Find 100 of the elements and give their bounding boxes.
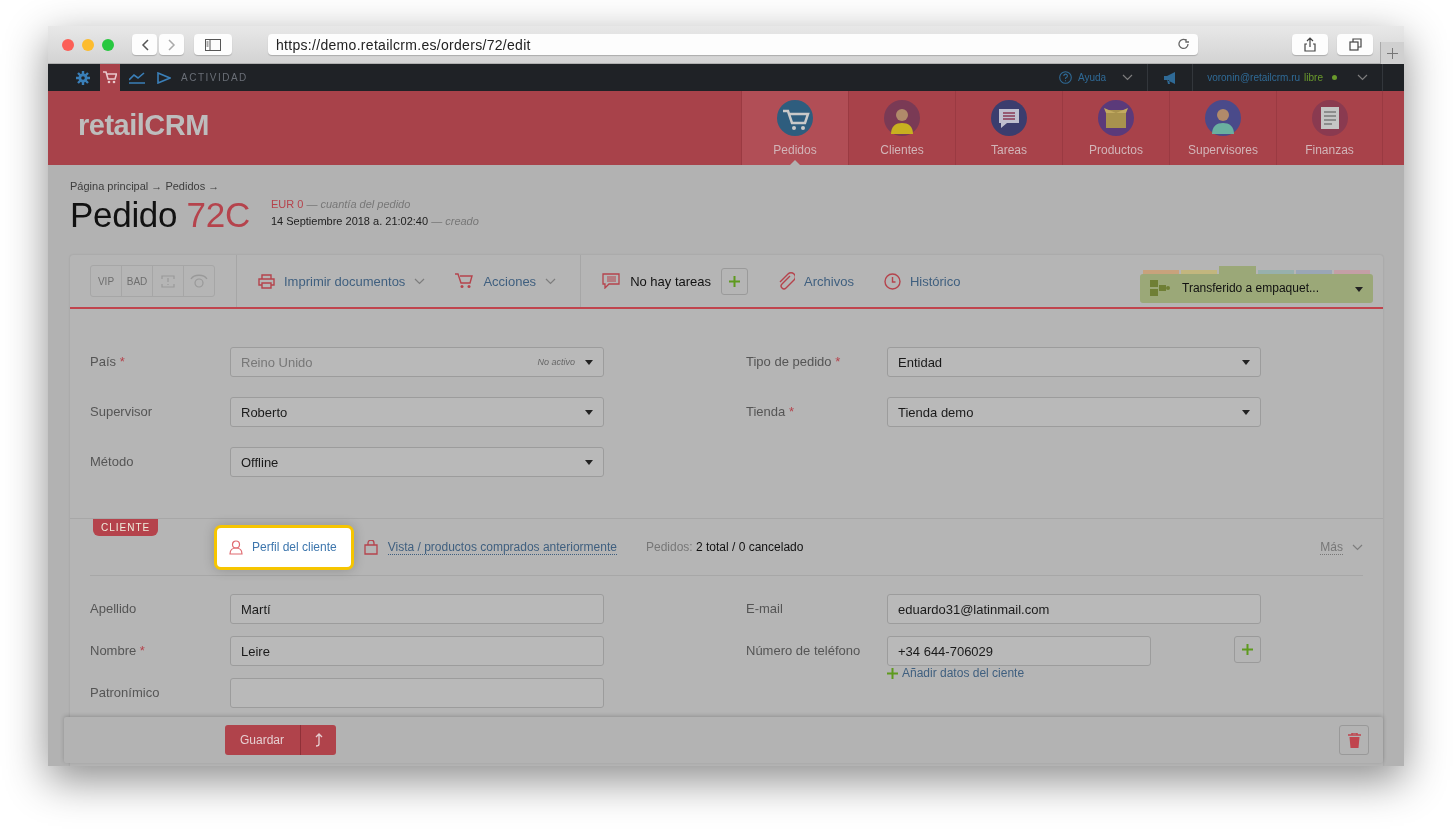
more-toggle[interactable]: Más: [1320, 539, 1363, 555]
forward-button[interactable]: [159, 34, 184, 55]
tag-toggle[interactable]: VIP: [91, 266, 121, 296]
phone-icon: [190, 274, 208, 288]
select-field[interactable]: Roberto: [230, 397, 604, 427]
new-tab-button[interactable]: [1380, 42, 1404, 64]
field-label: E-mail: [746, 600, 784, 616]
nav-tab[interactable]: Finanzas: [1276, 91, 1383, 165]
plus-icon: [1387, 47, 1398, 59]
select-field[interactable]: Entidad: [887, 347, 1261, 377]
add-phone-button[interactable]: [1234, 636, 1261, 663]
status-segment[interactable]: [1219, 265, 1256, 274]
user-email[interactable]: voronin@retailcrm.ru: [1207, 72, 1301, 83]
activity-label[interactable]: ACTIVIDAD: [181, 72, 248, 83]
chevron-down-icon: [1357, 74, 1368, 81]
toolbar-link[interactable]: Histórico: [883, 272, 961, 290]
shopping-bag-icon: [363, 539, 378, 555]
box-avatar-icon: [1098, 100, 1134, 136]
paperclip-icon: [778, 272, 796, 290]
field-label: Tipo de pedido *: [746, 353, 842, 369]
delete-button[interactable]: [1339, 725, 1369, 755]
play-icon[interactable]: [157, 71, 171, 84]
share-button[interactable]: [1292, 34, 1328, 55]
page-title: Pedido 72C: [70, 195, 250, 235]
chevron-left-icon: [140, 38, 149, 51]
nav-tab[interactable]: Supervisores: [1169, 91, 1276, 165]
chevron-down-icon: [545, 277, 557, 285]
tag-toggle[interactable]: BAD: [121, 266, 152, 296]
caret-icon: [1355, 287, 1363, 292]
trash-icon: [1347, 732, 1361, 748]
select-field[interactable]: Tienda demo: [887, 397, 1261, 427]
boxes-icon: [1150, 280, 1170, 296]
toolbar-link[interactable]: Archivos: [778, 272, 854, 290]
orders-summary: Pedidos: 2 total / 0 cancelado: [645, 540, 804, 554]
profile-link[interactable]: Perfil del cliente: [214, 524, 354, 570]
dropdown-menu[interactable]: Imprimir documentos: [258, 273, 426, 289]
nav-tab[interactable]: Tareas: [955, 91, 1062, 165]
nav-tab[interactable]: Productos: [1062, 91, 1169, 165]
caret-icon: [585, 459, 593, 465]
chat-list-icon: [602, 273, 621, 289]
section-tag: CLIENTE: [93, 519, 159, 536]
plus-icon: [887, 667, 898, 679]
field-label: País *: [90, 353, 126, 369]
order-date: 14 Septiembre 2018 a. 21:02:40 — creado: [270, 214, 479, 229]
sidebar-button[interactable]: [194, 34, 232, 55]
printer-icon: [258, 273, 275, 289]
help-menu[interactable]: Ayuda: [1077, 72, 1107, 83]
nav-tab[interactable]: Pedidos: [741, 91, 848, 165]
app-logo[interactable]: retailCRM: [78, 109, 209, 145]
field-label: Tienda *: [746, 403, 795, 419]
field-label: Patronímico: [90, 684, 161, 700]
input-field[interactable]: eduardo31@latinmail.com: [887, 594, 1261, 624]
close-window-button[interactable]: [62, 38, 74, 51]
caret-icon: [1242, 359, 1250, 365]
chart-icon[interactable]: [129, 71, 145, 84]
input-field[interactable]: [230, 678, 604, 708]
cart-icon: [455, 273, 475, 289]
chevron-down-icon: [1352, 543, 1363, 551]
input-field[interactable]: Leire: [230, 636, 604, 666]
input-field[interactable]: +34 644-706029: [887, 636, 1151, 666]
tabs-icon: [1348, 38, 1362, 51]
order-amount: EUR 0 — cuantía del pedido: [270, 197, 412, 212]
arrow-up-icon: [314, 733, 323, 747]
add-data-link[interactable]: Añadir datos del ciente: [887, 666, 1261, 680]
reload-icon[interactable]: [1178, 38, 1190, 51]
field-label: Número de teléfono: [746, 642, 862, 658]
purchase-history-link[interactable]: Vista / productos comprados anteriormente: [387, 539, 617, 555]
finance-avatar-icon: [1311, 100, 1348, 136]
plus-icon: [1242, 644, 1253, 655]
nav-tab[interactable]: Clientes: [848, 91, 955, 165]
minimize-window-button[interactable]: [82, 38, 94, 51]
status-dropdown[interactable]: Transferido a empaquet...: [1140, 273, 1373, 303]
status-segment[interactable]: [1295, 269, 1332, 274]
plus-icon: [729, 275, 741, 287]
caret-icon: [585, 359, 593, 365]
address-field[interactable]: https://demo.retailcrm.es/orders/72/edit: [268, 34, 1198, 55]
settings-icon[interactable]: [76, 70, 90, 85]
tasks-avatar-icon: [991, 100, 1027, 136]
dropdown-menu[interactable]: Acciones: [455, 273, 557, 289]
breadcrumb[interactable]: Página principal → Pedidos →: [70, 180, 1383, 192]
chevron-right-icon: [167, 38, 176, 51]
zoom-window-button[interactable]: [102, 38, 114, 51]
back-button[interactable]: [132, 34, 157, 55]
cart-icon[interactable]: [103, 71, 117, 84]
input-field[interactable]: Martí: [230, 594, 604, 624]
select-field[interactable]: Offline: [230, 447, 604, 477]
field-label: Supervisor: [90, 403, 154, 419]
field-label: Método: [90, 453, 135, 469]
chevron-down-icon: [414, 277, 426, 285]
megaphone-icon[interactable]: [1163, 71, 1178, 84]
tasks-label: No hay tareas: [630, 273, 712, 289]
chevron-down-icon: [1122, 74, 1134, 81]
share-icon: [1304, 37, 1316, 52]
help-icon[interactable]: [1058, 71, 1072, 84]
caret-icon: [585, 409, 593, 415]
add-task-button[interactable]: [721, 267, 749, 295]
field-label: Apellido: [90, 600, 138, 616]
tabs-button[interactable]: [1337, 34, 1373, 55]
person-avatar-icon: [1205, 100, 1241, 136]
user-icon: [229, 539, 243, 555]
